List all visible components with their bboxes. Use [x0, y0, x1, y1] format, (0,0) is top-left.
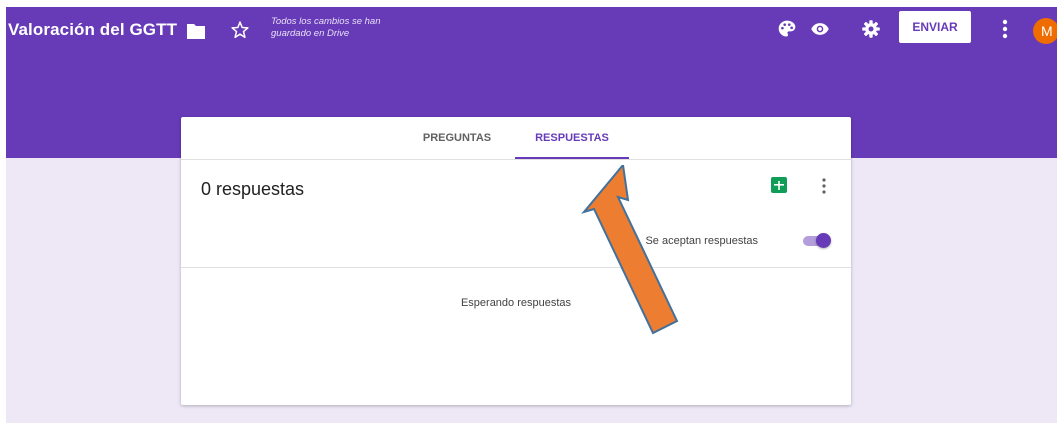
folder-icon[interactable]: [186, 22, 206, 40]
tab-questions[interactable]: PREGUNTAS: [407, 117, 507, 159]
accepting-responses-toggle[interactable]: [801, 232, 832, 249]
avatar[interactable]: M: [1033, 18, 1057, 44]
tab-responses[interactable]: RESPUESTAS: [515, 117, 629, 159]
response-count: 0 respuestas: [201, 179, 305, 199]
star-icon[interactable]: [230, 20, 250, 40]
section-divider: [181, 267, 851, 268]
save-status: Todos los cambios se han guardado en Dri…: [271, 16, 381, 39]
sheets-icon[interactable]: [771, 177, 787, 193]
forms-window: Valoración del GGTT Todos los cambios se…: [6, 7, 1057, 423]
form-title[interactable]: Valoración del GGTT: [8, 20, 177, 40]
waiting-message: Esperando respuestas: [460, 297, 572, 309]
tabs-divider: [181, 159, 851, 160]
tab-responses-label: RESPUESTAS: [535, 132, 609, 144]
palette-icon[interactable]: [777, 19, 797, 39]
more-vert-icon[interactable]: [995, 18, 1015, 40]
toggle-thumb: [816, 233, 831, 248]
eye-icon[interactable]: [810, 19, 830, 39]
gear-icon[interactable]: [861, 19, 881, 39]
card-more-icon[interactable]: [819, 177, 829, 195]
send-button[interactable]: ENVIAR: [899, 11, 971, 43]
responses-card: PREGUNTAS RESPUESTAS 0 respuestas Se ace…: [181, 117, 851, 405]
annotation-arrow-icon: [581, 165, 679, 335]
